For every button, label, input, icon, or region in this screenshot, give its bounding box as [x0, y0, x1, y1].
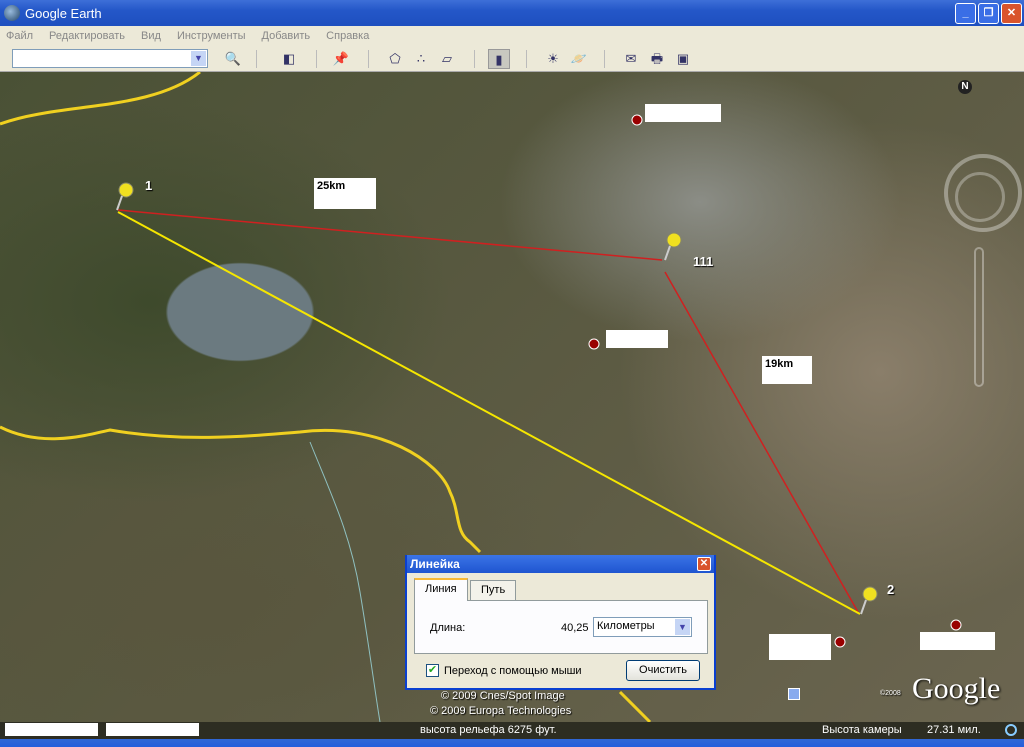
- menu-file[interactable]: Файл: [6, 30, 33, 42]
- view-in-maps-icon[interactable]: ▣: [672, 49, 694, 69]
- place-marker: [631, 114, 643, 126]
- chevron-down-icon[interactable]: ▼: [675, 619, 690, 635]
- menu-add[interactable]: Добавить: [262, 30, 311, 42]
- status-bar: высота рельефа 6275 фут. Высота камеры 2…: [0, 722, 1024, 739]
- menu-view[interactable]: Вид: [141, 30, 161, 42]
- google-logo: Google: [912, 672, 1001, 705]
- planets-icon[interactable]: 🪐: [568, 49, 590, 69]
- place-marker: [950, 619, 962, 631]
- zoom-slider[interactable]: [974, 247, 984, 387]
- email-icon[interactable]: ✉: [620, 49, 642, 69]
- camera-altitude-value: 27.31 мил.: [927, 724, 981, 736]
- menu-edit[interactable]: Редактировать: [49, 30, 125, 42]
- redacted-label: [645, 104, 721, 122]
- ruler-line: [117, 211, 861, 615]
- chevron-down-icon[interactable]: ▼: [191, 51, 206, 66]
- menu-tools[interactable]: Инструменты: [177, 30, 246, 42]
- elevation-readout: высота рельефа 6275 фут.: [420, 724, 557, 736]
- sidebar-toggle-icon[interactable]: ◧: [278, 49, 300, 69]
- dialog-close-button[interactable]: ✕: [697, 557, 711, 571]
- place-marker: [834, 636, 846, 648]
- mouse-nav-checkbox[interactable]: ✔: [426, 664, 439, 677]
- distance-label: 19km: [762, 356, 812, 384]
- pin-icon: [116, 182, 134, 211]
- look-joystick[interactable]: [955, 172, 1005, 222]
- pin-icon: [664, 232, 682, 261]
- distance-label: 25km: [314, 178, 376, 209]
- search-input[interactable]: ▼: [12, 49, 208, 68]
- clear-button[interactable]: Очистить: [626, 660, 700, 681]
- length-label: Длина:: [430, 622, 466, 634]
- river-line: [309, 441, 381, 722]
- camera-altitude-label: Высота камеры: [822, 724, 902, 736]
- redacted-label: [769, 634, 831, 660]
- ruler-dialog: Линейка ✕ Линия Путь Длина: 40,25 Километ…: [405, 555, 716, 690]
- pin-icon: [860, 586, 878, 615]
- search-icon[interactable]: 🔍: [222, 49, 244, 69]
- streaming-icon: [1005, 724, 1017, 736]
- menu-help[interactable]: Справка: [326, 30, 369, 42]
- maximize-button[interactable]: ❐: [978, 3, 999, 24]
- length-value: 40,25: [561, 622, 589, 634]
- mouse-nav-label: Переход с помощью мыши: [444, 665, 582, 677]
- copyright-line: © 2009 Europa Technologies: [430, 705, 572, 717]
- tab-path[interactable]: Путь: [470, 580, 517, 601]
- print-icon[interactable]: 🖶: [646, 49, 668, 69]
- unit-select[interactable]: Километры ▼: [593, 617, 692, 637]
- logo-year: ©2008: [880, 690, 901, 697]
- redacted-label: [106, 723, 199, 736]
- red-line-1-111: [117, 209, 663, 261]
- window-title: Google Earth: [25, 5, 102, 21]
- pin-label: 2: [887, 582, 895, 597]
- redacted-label: [920, 632, 995, 650]
- unit-value: Километры: [597, 620, 655, 632]
- add-image-overlay-icon[interactable]: ▱: [436, 49, 458, 69]
- pin-label: 1: [145, 178, 153, 193]
- add-polygon-icon[interactable]: ⬠: [384, 49, 406, 69]
- minimize-button[interactable]: _: [955, 3, 976, 24]
- google-earth-icon: [4, 5, 20, 21]
- tab-line[interactable]: Линия: [414, 578, 468, 601]
- add-placemark-icon[interactable]: 📌: [330, 49, 352, 69]
- place-marker: [588, 338, 600, 350]
- menu-bar: Файл Редактировать Вид Инструменты Добав…: [0, 26, 1024, 46]
- dialog-title: Линейка: [410, 557, 460, 571]
- north-indicator[interactable]: N: [958, 80, 972, 94]
- toolbar: ▼ 🔍 ◧ 📌 ⬠ ∴ ▱ ▮ ☀ 🪐 ✉ 🖶 ▣: [0, 46, 1024, 72]
- title-bar: Google Earth _ ❐ ✕: [0, 0, 1024, 26]
- pin-label: 111: [693, 254, 714, 269]
- info-icon: [788, 688, 800, 700]
- sunlight-icon[interactable]: ☀: [542, 49, 564, 69]
- add-path-icon[interactable]: ∴: [410, 49, 432, 69]
- ruler-icon[interactable]: ▮: [488, 49, 510, 69]
- taskbar: [0, 739, 1024, 747]
- redacted-label: [606, 330, 668, 348]
- close-button[interactable]: ✕: [1001, 3, 1022, 24]
- redacted-label: [5, 723, 98, 736]
- copyright-line: © 2009 Cnes/Spot Image: [441, 690, 565, 702]
